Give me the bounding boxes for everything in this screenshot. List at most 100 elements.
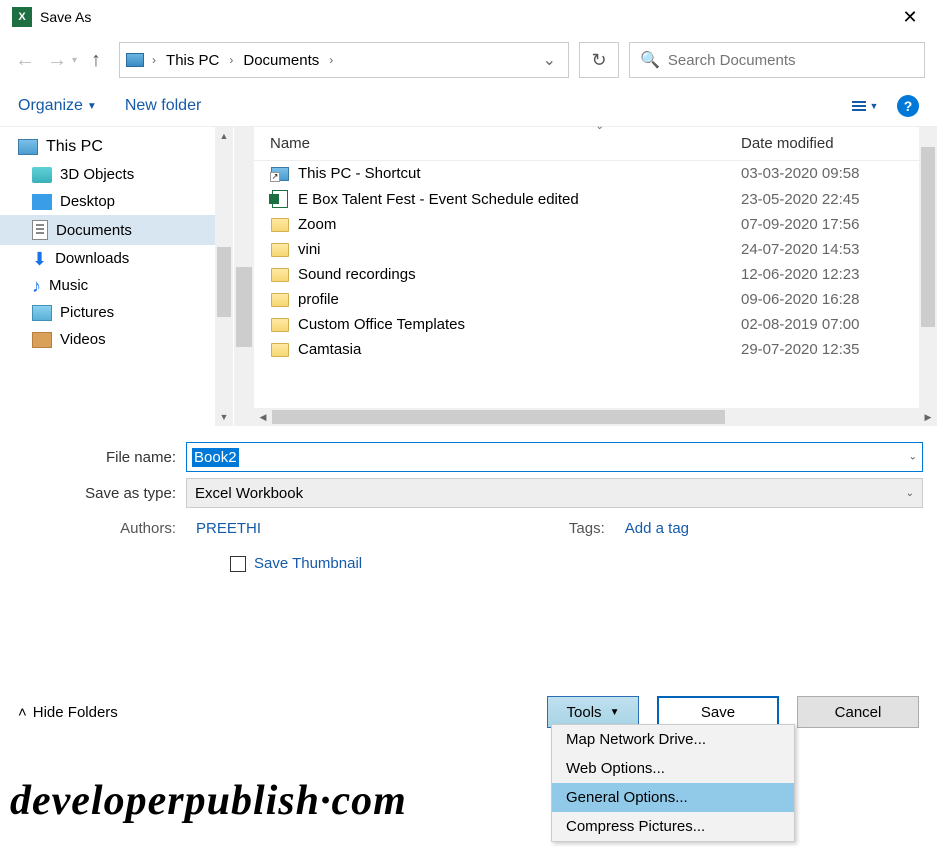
sidebar-item-videos[interactable]: Videos — [0, 326, 233, 353]
list-header: Name Date modified — [254, 127, 937, 161]
scroll-left-icon[interactable]: ◀ — [254, 412, 272, 423]
address-dropdown[interactable]: ⌄ — [535, 50, 564, 70]
list-row[interactable]: profile09-06-2020 16:28 — [254, 287, 937, 312]
pc-icon — [126, 53, 144, 67]
column-dropdown-icon[interactable]: ⌄ — [596, 121, 604, 132]
file-name: Custom Office Templates — [298, 316, 741, 333]
close-button[interactable]: ✕ — [887, 0, 933, 34]
tools-menu-item[interactable]: Compress Pictures... — [552, 812, 794, 841]
save-thumbnail-checkbox[interactable] — [230, 556, 246, 572]
list-row[interactable]: Custom Office Templates02-08-2019 07:00 — [254, 312, 937, 337]
file-name: This PC - Shortcut — [298, 165, 741, 182]
new-folder-button[interactable]: New folder — [125, 97, 201, 115]
sidebar-item-this-pc[interactable]: This PC — [0, 133, 233, 161]
sidebar-item-desktop[interactable]: Desktop — [0, 188, 233, 215]
list-row[interactable]: Sound recordings12-06-2020 12:23 — [254, 262, 937, 287]
scroll-right-icon[interactable]: ▶ — [919, 412, 937, 423]
file-name: vini — [298, 241, 741, 258]
file-date: 09-06-2020 16:28 — [741, 291, 921, 308]
savetype-label: Save as type: — [8, 485, 186, 502]
filename-input[interactable] — [186, 442, 923, 472]
list-row[interactable]: vini24-07-2020 14:53 — [254, 237, 937, 262]
sidebar-item-downloads[interactable]: ⬇Downloads — [0, 245, 233, 272]
file-date: 03-03-2020 09:58 — [741, 165, 921, 182]
sidebar-item-label: This PC — [46, 138, 103, 156]
tags-label: Tags: — [569, 520, 615, 537]
col-name[interactable]: Name — [270, 135, 741, 152]
scrollbar-thumb[interactable] — [921, 147, 935, 327]
file-name: Zoom — [298, 216, 741, 233]
search-box[interactable]: 🔍 — [629, 42, 925, 78]
folder-icon — [270, 293, 290, 307]
save-thumbnail-label[interactable]: Save Thumbnail — [254, 555, 362, 572]
tools-menu-item[interactable]: General Options... — [552, 783, 794, 812]
file-name: profile — [298, 291, 741, 308]
hide-folders-button[interactable]: ˄ Hide Folders — [18, 704, 118, 721]
breadcrumb-folder[interactable]: Documents — [239, 52, 323, 69]
chevron-down-icon: ▼ — [87, 101, 97, 112]
help-button[interactable]: ? — [897, 95, 919, 117]
list-row[interactable]: E Box Talent Fest - Event Schedule edite… — [254, 186, 937, 212]
sidebar-item-pictures[interactable]: Pictures — [0, 299, 233, 326]
col-date[interactable]: Date modified — [741, 135, 921, 152]
shortcut-icon — [270, 167, 290, 181]
footer: ˄ Hide Folders Tools▼ Save Cancel — [0, 686, 937, 738]
folder-icon — [270, 243, 290, 257]
address-bar[interactable]: › This PC › Documents › ⌄ — [119, 42, 569, 78]
filename-dropdown[interactable]: ⌄ — [909, 452, 917, 463]
sidebar: This PC 3D Objects Desktop Documents ⬇Downlo… — [0, 127, 234, 426]
scrollbar-thumb[interactable] — [272, 410, 725, 424]
forward-button[interactable]: → — [44, 47, 70, 73]
excel-icon — [270, 190, 290, 208]
splitter-scrollbar[interactable] — [234, 127, 254, 426]
list-row[interactable]: This PC - Shortcut03-03-2020 09:58 — [254, 161, 937, 186]
savetype-value: Excel Workbook — [195, 485, 303, 502]
tools-menu-item[interactable]: Map Network Drive... — [552, 725, 794, 754]
view-mode-button[interactable]: ▼ — [849, 94, 881, 118]
sidebar-item-documents[interactable]: Documents — [0, 215, 233, 245]
list-row[interactable]: Camtasia29-07-2020 12:35 — [254, 337, 937, 362]
file-list: ⌄ Name Date modified This PC - Shortcut0… — [254, 127, 937, 426]
list-row[interactable]: Zoom07-09-2020 17:56 — [254, 212, 937, 237]
chevron-right-icon: › — [329, 53, 333, 67]
file-date: 02-08-2019 07:00 — [741, 316, 921, 333]
organize-button[interactable]: Organize▼ — [18, 97, 97, 115]
file-date: 12-06-2020 12:23 — [741, 266, 921, 283]
sidebar-item-label: 3D Objects — [60, 166, 134, 183]
sidebar-item-label: Desktop — [60, 193, 115, 210]
refresh-button[interactable]: ↻ — [579, 42, 619, 78]
breadcrumb-root[interactable]: This PC — [162, 52, 223, 69]
scrollbar-thumb[interactable] — [236, 267, 252, 347]
history-dropdown[interactable]: ▾ — [72, 55, 77, 66]
scroll-up-icon[interactable]: ▲ — [215, 127, 233, 145]
folder-icon — [270, 318, 290, 332]
savetype-select[interactable]: Excel Workbook ⌄ — [186, 478, 923, 508]
scroll-down-icon[interactable]: ▼ — [215, 408, 233, 426]
search-input[interactable] — [668, 52, 914, 69]
sidebar-scrollbar[interactable]: ▲ ▼ — [215, 127, 233, 426]
back-button[interactable]: ← — [12, 47, 38, 73]
chevron-right-icon: › — [152, 53, 156, 67]
folder-icon — [270, 268, 290, 282]
tags-value[interactable]: Add a tag — [625, 520, 689, 537]
chevron-right-icon: › — [229, 53, 233, 67]
scrollbar-thumb[interactable] — [217, 247, 231, 317]
authors-value[interactable]: PREETHI — [196, 520, 261, 537]
up-button[interactable]: ↑ — [83, 47, 109, 73]
tools-menu-item[interactable]: Web Options... — [552, 754, 794, 783]
file-name: E Box Talent Fest - Event Schedule edite… — [298, 191, 741, 208]
list-vscrollbar[interactable] — [919, 127, 937, 408]
titlebar: Save As ✕ — [0, 0, 937, 34]
sidebar-item-3d-objects[interactable]: 3D Objects — [0, 161, 233, 188]
file-date: 23-05-2020 22:45 — [741, 191, 921, 208]
sidebar-item-music[interactable]: ♪Music — [0, 272, 233, 299]
excel-app-icon — [12, 7, 32, 27]
list-view-icon — [852, 101, 866, 111]
folder-icon — [270, 218, 290, 232]
list-hscrollbar[interactable]: ◀ ▶ — [254, 408, 937, 426]
sidebar-item-label: Documents — [56, 222, 132, 239]
cancel-button[interactable]: Cancel — [797, 696, 919, 728]
file-date: 29-07-2020 12:35 — [741, 341, 921, 358]
tools-menu: Map Network Drive...Web Options...Genera… — [551, 724, 795, 842]
navbar: ← → ▾ ↑ › This PC › Documents › ⌄ ↻ 🔍 — [0, 34, 937, 86]
